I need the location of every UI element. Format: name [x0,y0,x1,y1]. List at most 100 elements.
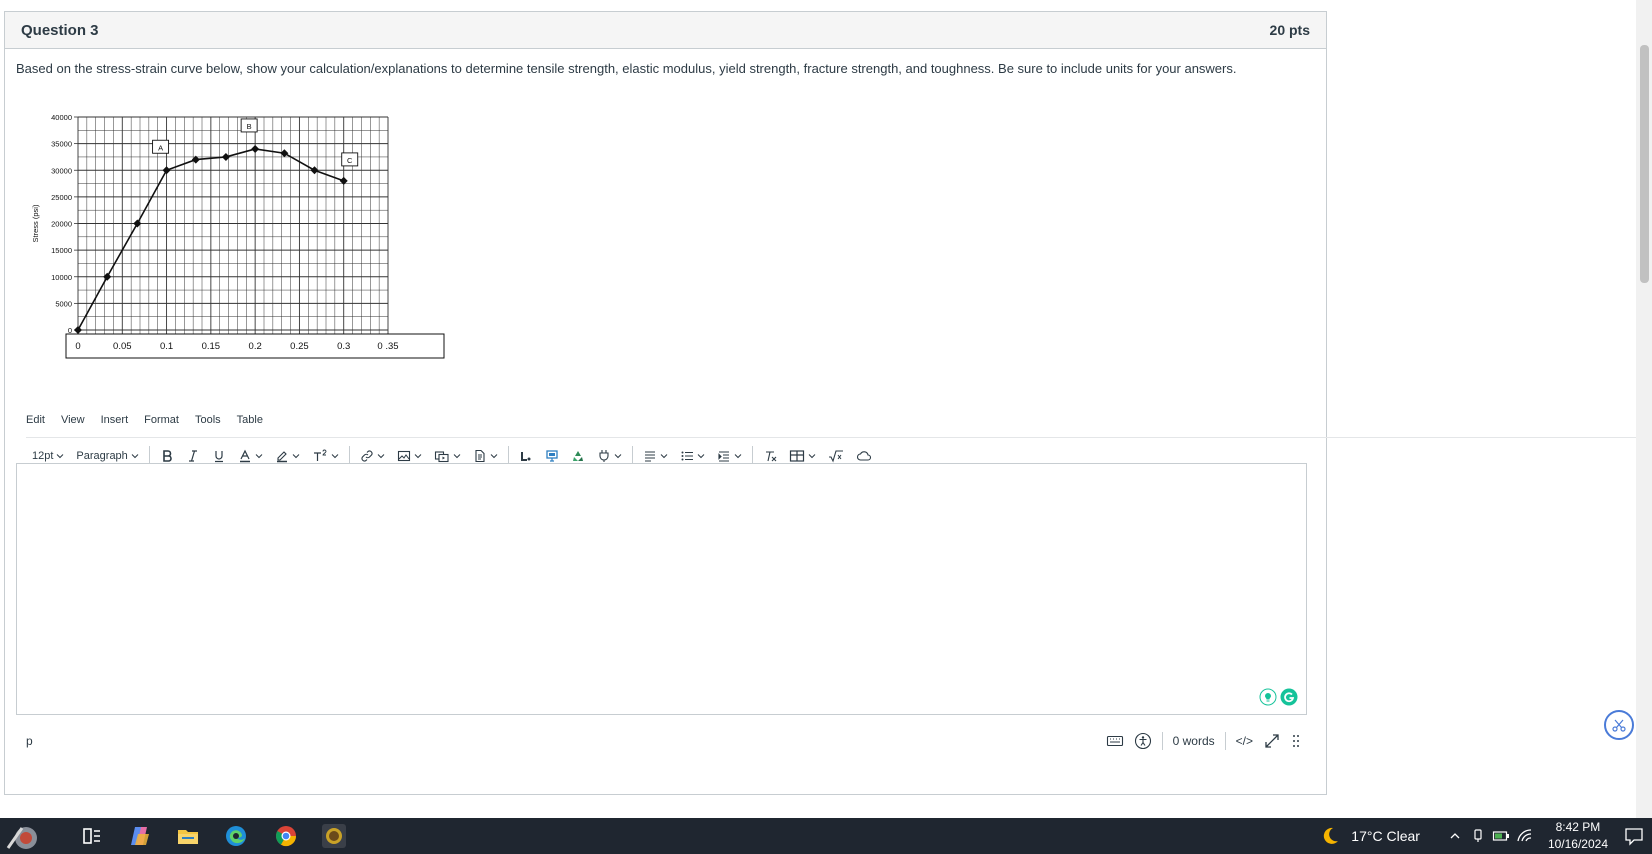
wifi-icon[interactable] [1516,828,1534,844]
page-scrollbar[interactable] [1636,0,1652,818]
highlighter-icon [276,451,287,463]
chevron-up-icon[interactable] [1448,829,1462,843]
x-tick-label: 0.3 [337,341,350,352]
fullscreen-icon[interactable] [1263,732,1281,750]
block-format-value: Paragraph [76,450,128,462]
grammarly-icon[interactable] [1280,688,1298,706]
chevron-down-icon [57,454,64,459]
app-shield-icon[interactable] [322,824,346,848]
x-tick-label: 0.05 [113,341,131,352]
moon-weather-icon[interactable] [1319,825,1341,847]
question-title: Question 3 [21,21,99,39]
question-points: 20 pts [1269,22,1310,38]
taskbar-clock[interactable]: 8:42 PM 10/16/2024 [1548,819,1608,853]
html-editor-toggle[interactable]: </> [1236,734,1253,748]
rich-text-editor[interactable] [16,463,1307,715]
document-icon [475,449,485,463]
underline-icon [214,451,223,463]
usb-device-icon[interactable] [1470,828,1486,844]
start-logo-icon[interactable] [4,822,44,852]
clock-date: 10/16/2024 [1547,837,1608,851]
plug-icon [599,450,609,462]
menu-insert[interactable]: Insert [101,414,129,426]
question-header: Question 3 20 pts [5,12,1326,49]
square-root-icon [828,450,843,463]
y-tick-label: 5000 [55,299,72,308]
editor-menubar: Edit View Insert Format Tools Table [26,414,263,426]
editor-statusbar: p 0 words </> [16,730,1307,752]
notification-icon[interactable] [1616,825,1652,847]
annotation-label: A [158,143,163,152]
y-tick-label: 40000 [51,113,72,122]
accessibility-icon[interactable] [1134,732,1152,750]
chevron-down-icon [614,454,622,459]
x-tick-label: 0.25 [290,341,309,352]
recycle-icon [572,451,583,461]
status-divider [1224,732,1226,750]
chevron-down-icon [490,454,498,459]
system-tray: 17°C Clear 8:42 PM 10/16/2024 [1319,818,1652,854]
y-tick-label: 35000 [51,140,72,149]
chart-svg: 0 5000 10000 15000 20000 25000 30000 35000 40000… [31,113,445,359]
y-tick-label: 10000 [51,273,72,282]
annotation-label: B [247,122,252,131]
battery-icon[interactable] [1492,828,1510,844]
clear-formatting-icon [765,451,777,462]
chevron-down-icon [660,454,668,459]
image-icon [397,450,410,462]
menu-view[interactable]: View [61,414,85,426]
word-count[interactable]: 0 words [1173,734,1215,748]
data-point [162,166,171,175]
chevron-down-icon [255,454,263,459]
bold-icon [162,450,172,462]
chevron-down-icon [377,454,385,459]
menu-tools[interactable]: Tools [195,414,221,426]
bulleted-list-icon [681,451,693,461]
windows-taskbar: 17°C Clear 8:42 PM 10/16/2024 [0,818,1652,854]
annotation-label: C [347,156,353,165]
text-color-icon [239,449,250,463]
edge-browser-icon[interactable] [224,824,248,848]
menu-edit[interactable]: Edit [26,414,45,426]
x-tick-label: 0.1 [160,341,173,352]
tool-icon [520,452,531,461]
weather-text[interactable]: 17°C Clear [1351,828,1420,844]
chrome-browser-icon[interactable] [274,824,298,848]
y-tick-label: 15000 [51,246,72,255]
menu-format[interactable]: Format [144,414,179,426]
media-icon [434,451,449,463]
status-divider [1161,732,1163,750]
superscript-icon [313,449,327,461]
chevron-down-icon [453,454,461,459]
scissors-icon [1612,719,1626,732]
menu-table[interactable]: Table [237,414,263,426]
chevron-down-icon [414,454,422,459]
keyboard-icon[interactable] [1106,734,1124,748]
task-view-icon[interactable] [80,824,104,848]
x-tick-label: 0.2 [249,341,262,352]
indent-icon [718,451,729,462]
link-icon [361,450,373,462]
resize-handle-icon[interactable] [1291,733,1301,749]
file-explorer-icon[interactable] [176,824,200,848]
y-tick-label: 30000 [51,166,72,175]
floating-tool-button[interactable] [1604,710,1634,740]
grammarly-widget[interactable] [1259,688,1298,706]
presentation-icon [546,450,558,462]
chevron-down-icon [808,454,816,459]
x-tick-label: 0 [75,341,80,352]
y-tick-label: 25000 [51,193,72,202]
y-axis-label: Stress (psi) [31,204,40,242]
menubar-divider [26,437,1636,438]
element-path[interactable]: p [26,734,33,748]
question-prompt: Based on the stress-strain curve below, … [16,61,1237,76]
y-tick-label: 20000 [51,220,72,229]
chevron-down-icon [697,454,705,459]
scrollbar-thumb[interactable] [1640,45,1649,283]
copilot-icon[interactable] [128,824,152,848]
stress-strain-chart: 0 5000 10000 15000 20000 25000 30000 35000 40000… [26,113,476,379]
lightbulb-icon[interactable] [1259,688,1277,706]
align-left-icon [644,451,655,462]
italic-icon [188,450,197,462]
x-tick-label: 0 .35 [377,341,398,352]
